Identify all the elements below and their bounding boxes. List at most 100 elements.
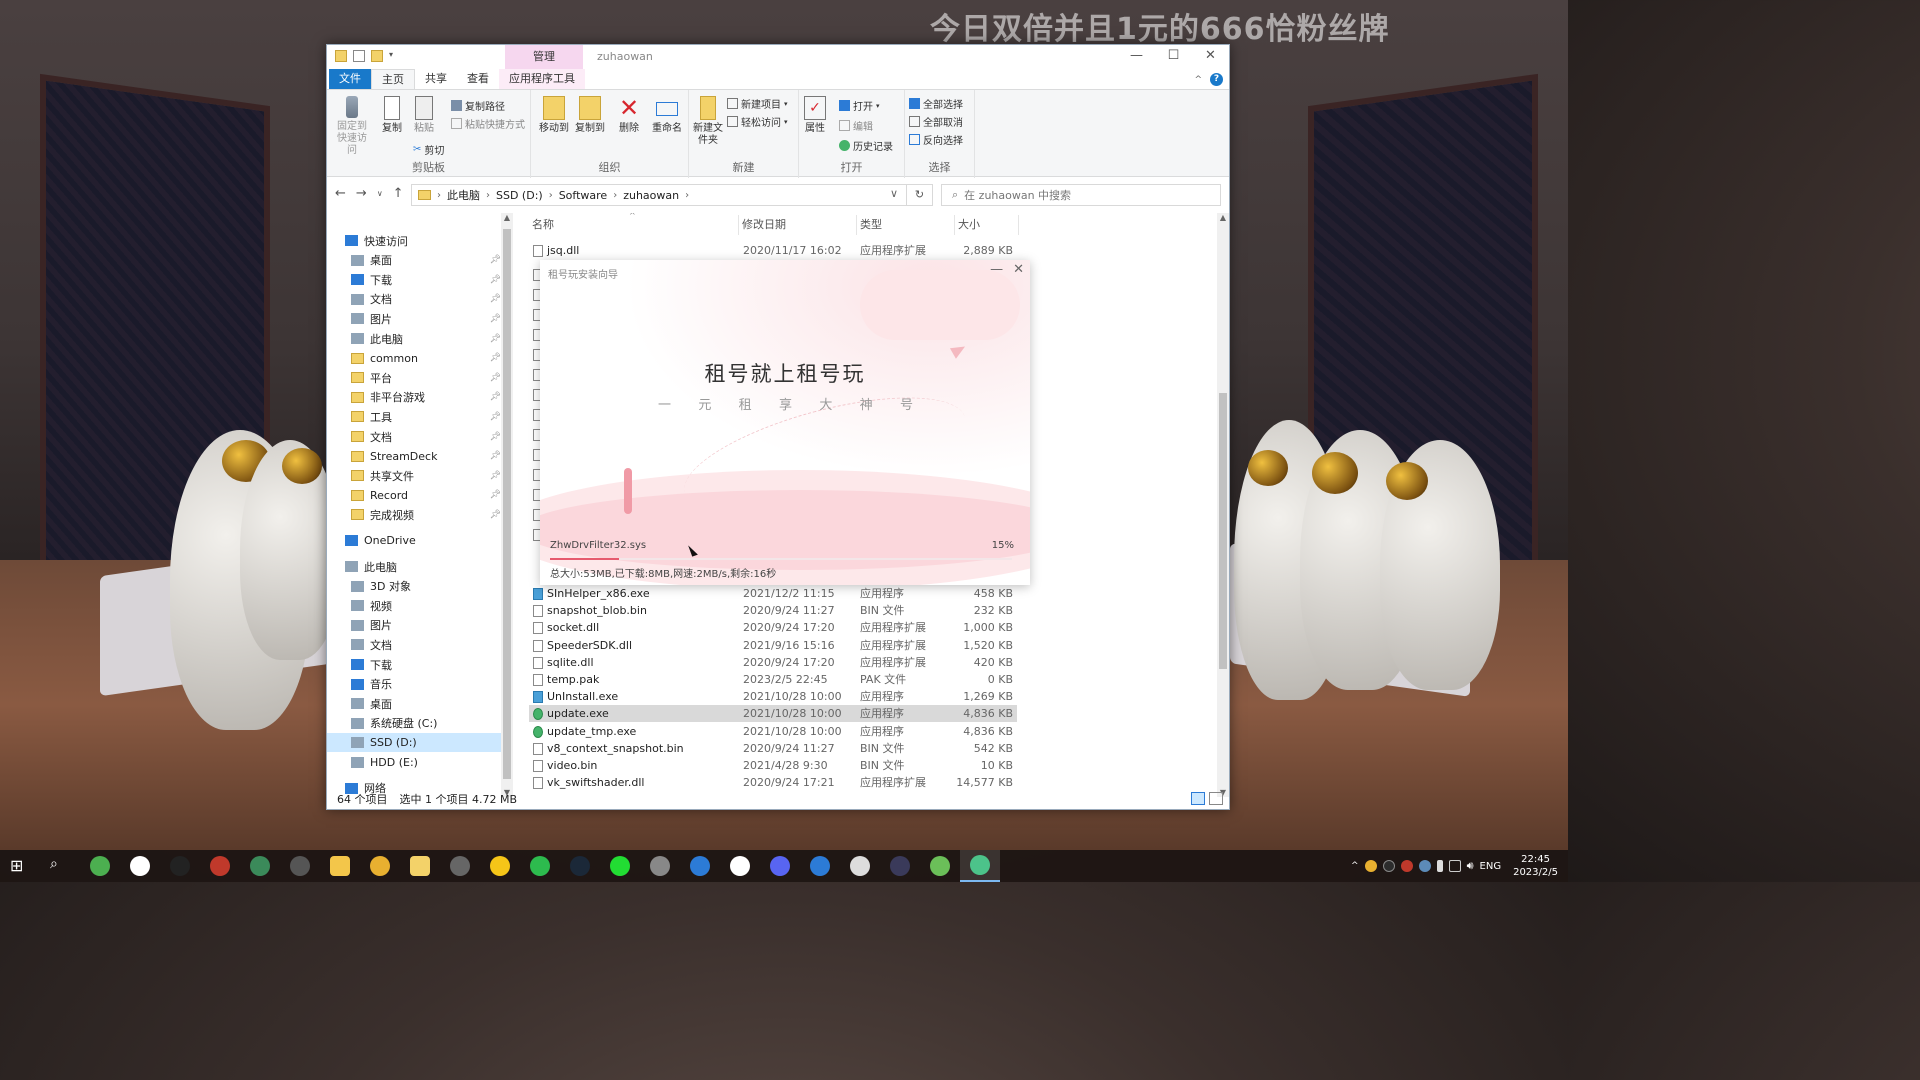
nav-this-pc[interactable]: 此电脑 [327,557,501,576]
select-none-button[interactable]: 全部取消 [909,114,963,129]
chevron-down-icon[interactable]: ▾ [389,50,401,62]
column-type[interactable]: 类型 [857,215,955,235]
app-taskbar-button[interactable] [120,850,160,882]
pin-icon[interactable]: 📌︎ [490,373,501,383]
discord-taskbar-button[interactable] [760,850,800,882]
steam-tray-icon[interactable] [1418,860,1431,872]
maximize-button[interactable]: ☐ [1155,45,1192,69]
app-taskbar-button[interactable] [680,850,720,882]
app-taskbar-button[interactable] [200,850,240,882]
nav-quick-access[interactable]: 快速访问 [327,231,501,250]
pin-icon[interactable]: 📌︎ [490,314,501,324]
edit-button[interactable]: 编辑 [839,118,873,133]
table-row[interactable]: UnInstall.exe 2021/10/28 10:00 应用程序 1,269 K… [529,688,1017,705]
table-row[interactable]: sqlite.dll 2020/9/24 17:20 应用程序扩展 420 KB [529,654,1017,671]
pin-icon[interactable]: 📌︎ [490,412,501,422]
wechat-taskbar-button[interactable] [520,850,560,882]
back-arrow-icon[interactable]: ← [335,186,346,202]
chevron-right-icon[interactable]: › [613,190,617,201]
refresh-button[interactable]: ↻ [907,184,933,206]
pin-icon[interactable]: 📌︎ [490,275,501,285]
nav-item-pinned[interactable]: 平台 📌︎ [327,368,501,387]
pin-icon[interactable]: 📌︎ [490,392,501,402]
close-button[interactable]: ✕ [1192,45,1229,69]
large-icons-view-icon[interactable] [1209,792,1223,805]
nav-item-pinned[interactable]: 桌面 📌︎ [327,251,501,270]
nav-onedrive[interactable]: OneDrive [327,531,501,550]
table-row[interactable]: SpeederSDK.dll 2021/9/16 15:16 应用程序扩展 1,520… [529,637,1017,654]
nav-item-pinned[interactable]: Record 📌︎ [327,486,501,505]
nav-item-pinned[interactable]: 非平台游戏 📌︎ [327,388,501,407]
pin-icon[interactable]: 📌︎ [490,490,501,500]
recent-chevron-icon[interactable]: ∨ [377,186,383,202]
pin-icon[interactable]: 📌︎ [490,255,501,265]
tab-file[interactable]: 文件 [329,69,371,89]
tray-app-icon[interactable] [1400,860,1413,872]
move-to-button[interactable]: 移动到 [537,96,571,135]
delete-button[interactable]: ✕ 删除 [615,96,643,135]
rename-button[interactable]: 重命名 [649,96,685,135]
language-indicator[interactable]: ENG [1480,861,1502,872]
new-item-button[interactable]: 新建项目 ▾ [727,96,788,111]
up-arrow-icon[interactable]: ↑ [393,186,404,202]
search-input[interactable]: ⌕ 在 zuhaowan 中搜索 [941,184,1221,206]
table-row[interactable]: update_tmp.exe 2021/10/28 10:00 应用程序 4,836 … [529,723,1017,740]
forward-arrow-icon[interactable]: → [356,186,367,202]
breadcrumb-this-pc[interactable]: 此电脑 [447,187,480,203]
pin-icon[interactable]: 📌︎ [490,334,501,344]
nav-item-pinned[interactable]: 下载 📌︎ [327,270,501,289]
scroll-up-icon[interactable]: ▲ [501,213,513,222]
app-taskbar-button[interactable] [480,850,520,882]
app-taskbar-button[interactable] [720,850,760,882]
nav-scroll-thumb[interactable] [503,229,511,779]
nav-item-pc[interactable]: 图片 [327,616,501,635]
select-all-button[interactable]: 全部选择 [909,96,963,111]
minimize-button[interactable]: — [1118,45,1155,69]
nav-item-pinned[interactable]: 文档 📌︎ [327,290,501,309]
table-row[interactable]: socket.dll 2020/9/24 17:20 应用程序扩展 1,000 KB [529,619,1017,636]
start-taskbar-button[interactable]: ⊞ [0,850,40,882]
nav-item-pc[interactable]: 下载 [327,655,501,674]
xbox-taskbar-button[interactable] [80,850,120,882]
search-taskbar-button[interactable]: ⌕ [40,850,80,882]
pin-quick-access-button[interactable]: 固定到快速访问 [331,96,373,157]
app-taskbar-button[interactable] [440,850,480,882]
copy-button[interactable]: 复制 [379,96,405,135]
column-size[interactable]: 大小 [955,215,1019,235]
pin-icon[interactable]: 📌︎ [490,432,501,442]
file-list-scrollbar[interactable]: ▲ ▼ [1217,213,1229,797]
chevron-right-icon[interactable]: › [486,190,490,201]
app-taskbar-button[interactable] [640,850,680,882]
table-row[interactable]: video.bin 2021/4/28 9:30 BIN 文件 10 KB [529,757,1017,774]
details-view-icon[interactable] [1191,792,1205,805]
address-dropdown-icon[interactable]: ∨ [890,187,898,200]
keyboard-icon[interactable] [1448,860,1461,872]
nav-item-pinned[interactable]: 完成视频 📌︎ [327,505,501,524]
explorer-taskbar-button[interactable] [320,850,360,882]
volume-icon[interactable]: 🔊︎ [1467,859,1474,873]
nav-item-pinned[interactable]: 此电脑 📌︎ [327,329,501,348]
cut-button[interactable]: ✂ 剪切 [413,142,444,157]
chevron-right-icon[interactable]: › [437,190,441,201]
nav-item-pinned[interactable]: common 📌︎ [327,349,501,368]
nav-item-pc[interactable]: SSD (D:) [327,733,501,753]
nav-item-pc[interactable]: HDD (E:) [327,753,501,772]
breadcrumb-zuhaowan[interactable]: zuhaowan [623,189,679,202]
nav-scrollbar[interactable]: ▲ ▼ [501,213,513,797]
app-taskbar-button[interactable] [800,850,840,882]
chrome-taskbar-button[interactable] [360,850,400,882]
nav-item-pc[interactable]: 视频 [327,596,501,615]
scroll-up-icon[interactable]: ▲ [1217,213,1229,222]
nav-item-pc[interactable]: 音乐 [327,675,501,694]
table-row[interactable]: v8_context_snapshot.bin 2020/9/24 11:27 BI… [529,740,1017,757]
steam-taskbar-button[interactable] [560,850,600,882]
table-row[interactable]: snapshot_blob.bin 2020/9/24 11:27 BIN 文件 23… [529,602,1017,619]
chevron-right-icon[interactable]: › [685,190,689,201]
app-taskbar-button[interactable] [880,850,920,882]
nav-item-pinned[interactable]: 工具 📌︎ [327,407,501,426]
nav-item-pc[interactable]: 系统硬盘 (C:) [327,714,501,733]
clock[interactable]: 22:45 2023/2/5 [1513,853,1558,879]
invert-selection-button[interactable]: 反向选择 [909,132,963,147]
history-button[interactable]: 历史记录 [839,138,893,153]
nav-item-pc[interactable]: 文档 [327,635,501,654]
